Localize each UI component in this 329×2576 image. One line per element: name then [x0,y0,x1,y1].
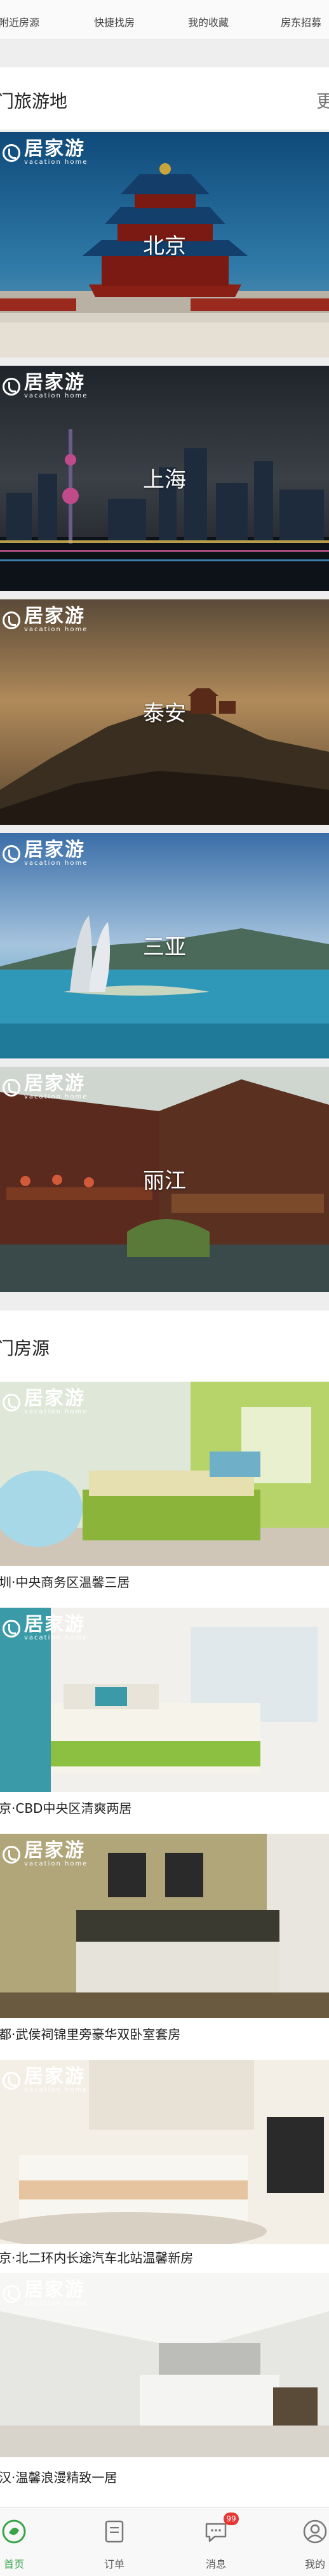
brand-logo-icon [3,611,20,629]
house-listing-card[interactable]: 居家游 vacation home 京·北二环内长途汽车北站温馨新房 [0,2060,329,2273]
city-label: 丽江 [143,1168,186,1194]
home-icon [2,2519,26,2544]
brand-name: 居家游 [24,605,85,627]
brand-slogan: vacation home [24,392,88,399]
hot-destinations-header: 门旅游地 更 [0,67,329,130]
brand-name: 居家游 [24,1613,85,1636]
tab-label: 首页 [3,2558,24,2570]
house-listing-card[interactable]: 居家游 vacation home 都·武侯祠锦里旁豪华双卧室套房 [0,1834,329,2060]
nav-nearby[interactable]: 附近房源 [0,14,39,29]
listing-title: 圳·中央商务区温馨三居 [0,1575,130,1590]
city-label: 北京 [143,234,186,259]
tab-profile[interactable]: 我的 [283,2507,329,2576]
brand-slogan: vacation home [24,1093,88,1100]
city-label: 上海 [143,467,186,493]
brand-slogan: vacation home [24,159,88,166]
brand-logo-icon [3,1078,20,1097]
hot-houses-header: 门房源 [0,1311,329,1382]
tab-label: 订单 [104,2558,124,2570]
brand-name: 居家游 [24,2279,85,2301]
brand-logo: 居家游 vacation home [3,607,88,633]
nav-quick-search[interactable]: 快捷找房 [94,14,135,29]
brand-name: 居家游 [24,1839,85,1862]
brand-name: 居家游 [24,138,85,160]
section-title: 门旅游地 [0,91,68,112]
destination-card-shanghai[interactable]: 居家游 vacation home 上海 [0,366,329,591]
brand-slogan: vacation home [24,626,88,633]
brand-slogan: vacation home [24,1408,88,1415]
listing-title: 京·CBD中央区清爽两居 [0,1801,132,1816]
brand-logo: 居家游 vacation home [3,1074,88,1100]
brand-logo-icon [3,2285,20,2303]
brand-name: 居家游 [24,1072,85,1095]
nav-landlord-recruit[interactable]: 房东招募 [281,14,321,29]
brand-name: 居家游 [24,1387,85,1410]
brand-logo: 居家游 vacation home [3,373,88,399]
brand-logo: 居家游 vacation home [3,2067,88,2093]
listing-title: 都·武侯祠锦里旁豪华双卧室套房 [0,2027,181,2042]
tab-messages[interactable]: 99 消息 [184,2507,248,2576]
brand-logo-icon [3,377,20,396]
destination-card-taian[interactable]: 居家游 vacation home 泰安 [0,599,329,825]
brand-logo-icon [3,1619,20,1638]
brand-logo-icon [3,143,20,162]
order-icon [105,2520,124,2543]
brand-slogan: vacation home [24,2300,88,2307]
tab-label: 消息 [205,2558,226,2570]
brand-name: 居家游 [24,839,85,861]
user-icon [303,2519,327,2544]
destination-card-sanya[interactable]: 居家游 vacation home 三亚 [0,833,329,1058]
tab-orders[interactable]: 订单 [83,2507,146,2576]
tab-label: 我的 [304,2558,325,2570]
listing-title: 京·北二环内长途汽车北站温馨新房 [0,2250,194,2266]
nav-favorites[interactable]: 我的收藏 [188,14,229,29]
brand-logo: 居家游 vacation home [3,2281,88,2307]
section-title: 门房源 [0,1338,50,1359]
brand-name: 居家游 [24,371,85,394]
brand-name: 居家游 [24,2065,85,2088]
brand-logo: 居家游 vacation home [3,841,88,867]
brand-logo-icon [3,844,20,863]
destination-card-lijiang[interactable]: 居家游 vacation home 丽江 [0,1067,329,1292]
brand-logo-icon [3,2071,20,2090]
brand-slogan: vacation home [24,2086,88,2093]
tab-home[interactable]: 首页 [0,2507,46,2576]
brand-logo: 居家游 vacation home [3,1615,88,1641]
listing-title: 汉·温馨浪漫精致一居 [0,2470,117,2485]
bottom-tab-bar: 首页 订单 99 消息 我的 [0,2507,329,2576]
city-label: 三亚 [143,935,186,960]
city-label: 泰安 [143,701,186,726]
brand-logo: 居家游 vacation home [3,1389,88,1415]
brand-slogan: vacation home [24,1634,88,1641]
destination-card-beijing[interactable]: 居家游 vacation home 北京 [0,132,329,357]
brand-logo: 居家游 vacation home [3,1841,88,1867]
house-listing-card[interactable]: 居家游 vacation home 汉·温馨浪漫精致一居 [0,2273,329,2507]
house-listing-card[interactable]: 居家游 vacation home 圳·中央商务区温馨三居 [0,1382,329,1608]
brand-logo: 居家游 vacation home [3,140,88,166]
brand-slogan: vacation home [24,860,88,867]
top-quick-nav: 附近房源 快捷找房 我的收藏 房东招募 [0,0,329,40]
unread-badge: 99 [224,2513,239,2525]
brand-logo-icon [3,1393,20,1411]
brand-slogan: vacation home [24,1860,88,1867]
more-link[interactable]: 更 [316,88,329,113]
brand-logo-icon [3,1845,20,1864]
house-listing-card[interactable]: 居家游 vacation home 京·CBD中央区清爽两居 [0,1608,329,1834]
